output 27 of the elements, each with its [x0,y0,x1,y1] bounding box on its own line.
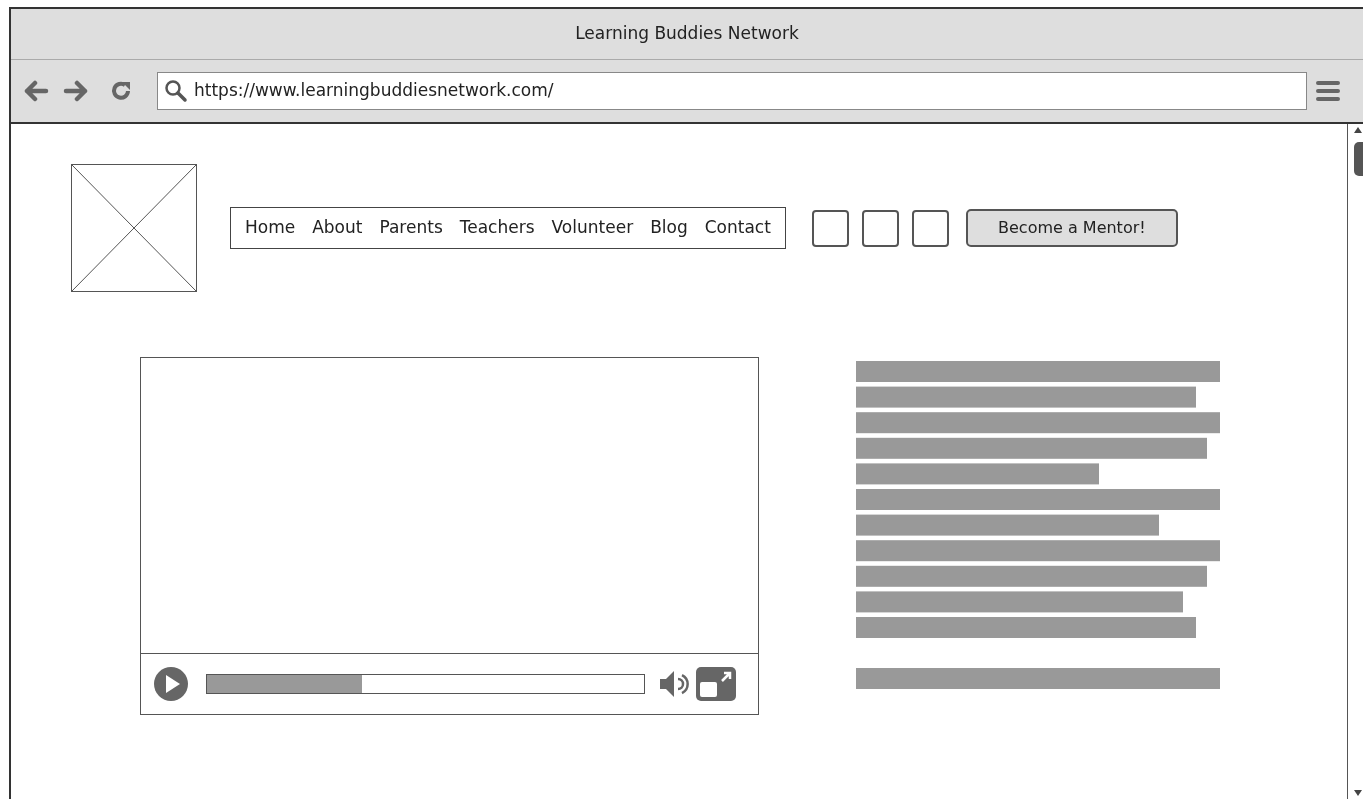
reload-icon[interactable] [109,79,133,103]
forward-arrow-icon[interactable] [63,80,89,102]
scroll-up-icon[interactable] [1353,126,1363,134]
nav-link[interactable]: Teachers [459,215,535,241]
nav-link[interactable]: Home [245,215,296,241]
nav-link[interactable]: Blog [650,215,688,241]
become-mentor-button[interactable]: Become a Mentor! [965,209,1178,247]
fullscreen-icon[interactable] [696,667,736,701]
nav-link[interactable]: Parents [379,215,443,241]
nav-link[interactable]: About [312,215,363,241]
social-icon[interactable] [911,209,949,247]
progress-track[interactable] [206,674,645,694]
menu-icon[interactable] [1316,80,1340,102]
scroll-thumb[interactable] [1354,142,1363,176]
social-icon[interactable] [811,209,849,247]
address-field[interactable]: https://www.learningbuddiesnetwork.com/ [157,72,1307,110]
scrollbar[interactable] [1347,124,1363,799]
logo-placeholder-icon [71,164,197,292]
window-title: Learning Buddies Network [575,22,799,46]
url-text: https://www.learningbuddiesnetwork.com/ [194,79,554,103]
nav-link[interactable]: Volunteer [551,215,634,241]
play-icon[interactable] [153,666,189,702]
nav-link[interactable]: Contact [704,215,771,241]
social-icon[interactable] [861,209,899,247]
back-arrow-icon[interactable] [23,80,49,102]
search-icon [164,79,188,103]
scroll-down-icon[interactable] [1353,789,1363,797]
